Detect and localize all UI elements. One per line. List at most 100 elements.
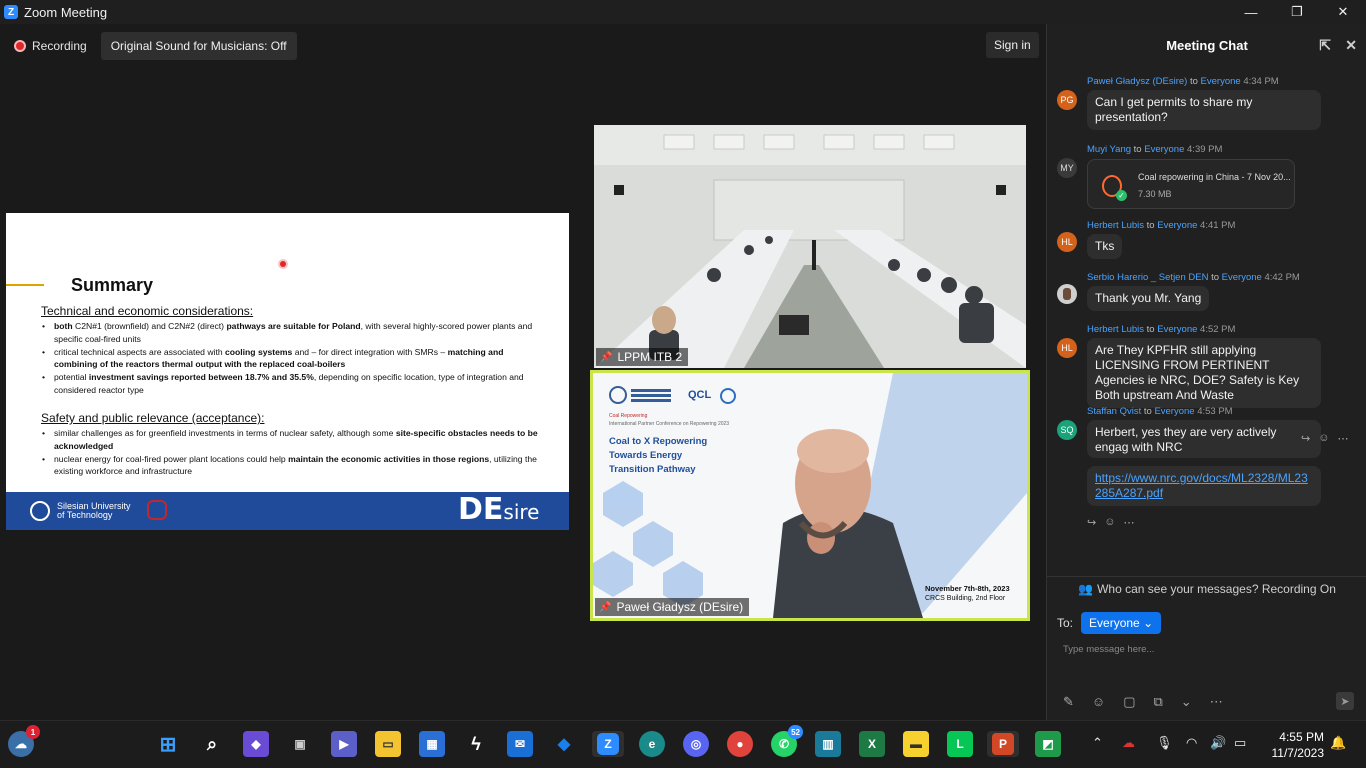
recipient-dropdown[interactable]: Everyone ⌄ [1081,612,1162,634]
chrome-icon[interactable]: ● [727,731,753,757]
banner-org: QCL [688,389,712,401]
format-icon[interactable]: ✎ [1063,694,1074,710]
clock-date: 11/7/2023 [1271,746,1325,760]
windows-start-icon[interactable]: ⊞ [155,731,181,757]
pin-icon: 📌 [600,351,613,363]
task-view-icon[interactable]: ▣ [287,731,313,757]
discord-icon[interactable]: ◎ [683,731,709,757]
reply-icon[interactable]: ↪ [1301,432,1310,445]
recording-indicator[interactable]: Recording [8,35,93,57]
restore-button[interactable]: ❐ [1274,0,1320,24]
chat-toolbar: ✎ ☺ ▢ ⧉ ⌄ ⋯ [1063,694,1223,710]
banner-title: Coal to X Repowering Towards Energy Tran… [609,436,708,475]
conference-room-video [594,125,1026,368]
copilot-icon[interactable]: ◆ [243,731,269,757]
clock[interactable]: 4:55 PM 11/7/2023 [1262,729,1325,761]
message-link[interactable]: https://www.nrc.gov/docs/ML2328/ML23285A… [1087,466,1321,506]
message-bubble[interactable]: Tks [1087,234,1123,259]
screenshot-icon[interactable]: ⧉ [1153,694,1162,710]
university-name: Silesian University of Technology [57,501,131,520]
slide-bullet: potential investment savings reported be… [41,371,541,396]
cloud-sync-icon[interactable]: ☁ [1122,735,1135,751]
whatsapp-icon[interactable]: ✆ 52 [771,725,803,757]
message-bubble[interactable]: Are They KPFHR still applying LICENSING … [1087,338,1321,408]
send-button[interactable]: ➤ [1336,692,1354,710]
more-icon[interactable]: ⋯ [1210,694,1223,710]
clock-time: 4:55 PM [1279,730,1324,744]
sender-name[interactable]: Herbert Lubis [1087,220,1144,231]
desire-logo: DEsire [458,492,540,527]
message-actions: ↪ ☺ ⋯ [1301,432,1348,445]
emoji-icon[interactable]: ☺ [1092,694,1105,710]
slide-bullet: similar challenges as for greenfield inv… [41,427,541,452]
close-window-button[interactable]: ✕ [1320,0,1366,24]
zoom-taskbar-icon[interactable]: Z [592,731,624,757]
message-visibility-info[interactable]: 👥 Who can see your messages? Recording O… [1047,576,1366,600]
weather-icon[interactable]: ☁ 1 [8,725,40,757]
participant-name: LPPM ITB 2 [617,350,683,364]
banner-kicker: Coal Repowering [609,413,648,419]
chevron-down-icon[interactable]: ⌄ [1181,694,1192,710]
chevron-up-icon[interactable]: ⌃ [1092,735,1103,751]
pop-out-icon[interactable]: ⇱ [1319,37,1331,54]
message-input[interactable]: Type message here... [1063,644,1154,655]
mail-icon[interactable]: ✉ [507,731,533,757]
microphone-icon[interactable]: 🎙 [1156,735,1173,751]
speaker-video [593,373,1027,618]
participant-name: Paweł Gładysz (DEsire) [616,600,744,614]
sign-in-button[interactable]: Sign in [986,32,1039,58]
file-attachment[interactable]: ✓ Coal repowering in China - 7 Nov 20...… [1087,159,1295,209]
app-icon[interactable]: ϟ [463,731,489,757]
battery-icon[interactable]: ▭ [1234,735,1246,751]
sender-name[interactable]: Paweł Gładysz (DEsire) [1087,76,1187,87]
message-bubble[interactable]: Thank you Mr. Yang [1087,286,1210,311]
volume-icon[interactable]: 🔊 [1210,735,1226,751]
pin-icon: 📌 [599,601,612,613]
edge-icon[interactable]: e [639,731,665,757]
emoji-icon[interactable]: ☺ [1104,516,1115,529]
slide-title: Summary [71,275,154,295]
avatar: MY [1057,158,1077,178]
more-icon[interactable]: ⋯ [1337,432,1348,445]
close-chat-icon[interactable]: ✕ [1345,37,1357,54]
slide-footer: Silesian University of Technology DEsire [6,492,569,530]
excel-icon[interactable]: X [859,731,885,757]
check-icon: ✓ [1116,190,1127,201]
notifications-icon[interactable]: 🔔 [1330,735,1346,751]
file-explorer-icon[interactable]: ▭ [375,731,401,757]
banner-conference: International Partner Conference on Repo… [609,421,730,427]
sender-name[interactable]: Serbio Harerio _ Setjen DEN [1087,272,1208,283]
slide-section-heading: Technical and economic considerations: [41,304,254,318]
app-icon[interactable]: ▥ [815,731,841,757]
avatar: HL [1057,338,1077,358]
teams-icon[interactable]: ▶ [331,731,357,757]
slide-bullet-list: both C2N#1 (brownfield) and C2N#2 (direc… [41,320,541,397]
message-bubble[interactable]: Can I get permits to share my presentati… [1087,90,1321,130]
powerpoint-icon[interactable]: P [987,731,1019,757]
app-icon[interactable]: ◩ [1035,731,1061,757]
chat-title: Meeting Chat [1166,37,1248,53]
to-label: To: [1057,616,1074,630]
chevron-down-icon: ⌄ [1143,616,1154,630]
minimize-button[interactable]: — [1228,0,1274,24]
file-icon[interactable]: ▢ [1123,694,1135,710]
shared-screen: Summary Technical and economic considera… [6,213,569,530]
participant-name-tag: 📌 Paweł Gładysz (DEsire) [595,598,750,616]
search-icon[interactable]: ⌕ [199,731,225,757]
video-tile-speaker[interactable]: Coal Repowering International Partner Co… [590,370,1030,621]
original-sound-button[interactable]: Original Sound for Musicians: Off [100,32,297,60]
sender-name[interactable]: Staffan Qvist [1087,406,1141,417]
sticky-notes-icon[interactable]: ▬ [903,731,929,757]
meeting-area: Recording Original Sound for Musicians: … [0,24,1046,720]
video-tile-room[interactable]: 📌 LPPM ITB 2 [594,125,1026,368]
sender-name[interactable]: Herbert Lubis [1087,324,1144,335]
reply-icon[interactable]: ↪ [1087,516,1096,529]
emoji-icon[interactable]: ☺ [1318,432,1329,445]
line-icon[interactable]: L [947,731,973,757]
sender-name[interactable]: Muyi Yang [1087,144,1131,155]
store-icon[interactable]: ▦ [419,731,445,757]
message-bubble[interactable]: Herbert, yes they are very actively enga… [1087,420,1321,458]
wifi-icon[interactable]: ◠ [1186,735,1197,751]
dropbox-icon[interactable]: ◆ [551,731,577,757]
more-icon[interactable]: ⋯ [1123,516,1134,529]
